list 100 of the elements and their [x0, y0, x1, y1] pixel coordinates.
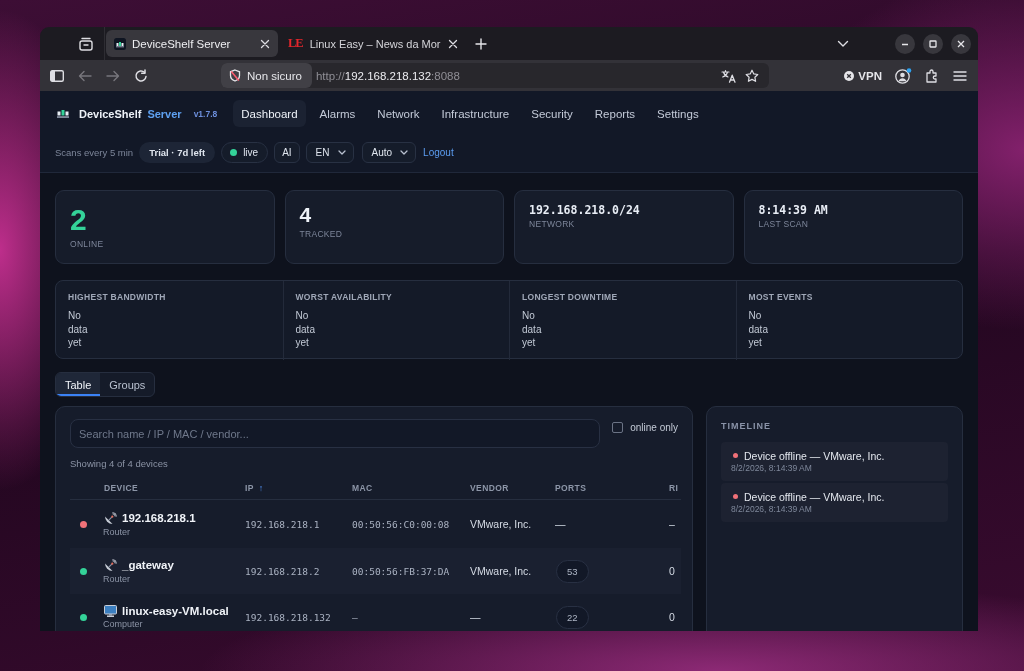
language-select[interactable]: EN — [305, 142, 354, 163]
insight-value: No data yet — [748, 309, 768, 350]
star-icon[interactable] — [745, 68, 759, 83]
chevron-down-icon[interactable] — [837, 39, 849, 48]
stat-value: 8:14:39 AM — [758, 202, 828, 218]
table-cell: 0 — [669, 565, 675, 577]
vpn-off-icon — [844, 70, 855, 81]
search-field[interactable]: Search name / IP / MAC / vendor... — [70, 419, 601, 448]
satellite-dish-icon — [104, 511, 117, 525]
column-header[interactable]: PORTS — [555, 482, 587, 493]
nav-link[interactable]: Network — [369, 100, 428, 127]
account-icon[interactable] — [895, 67, 912, 84]
mac-cell: 00:50:56:C0:00:08 — [352, 518, 450, 530]
vendor-cell: — — [470, 611, 481, 623]
sort-arrow[interactable]: ↑ — [258, 482, 264, 493]
event-time: 8/2/2026, 8:14:39 AM — [731, 503, 812, 516]
menu-icon[interactable] — [953, 69, 967, 82]
ports-cell: — — [555, 518, 566, 530]
maximize-icon[interactable] — [923, 33, 943, 54]
column-header[interactable]: VENDOR — [470, 482, 509, 493]
logout-link[interactable]: Logout — [423, 147, 454, 158]
live-toggle[interactable]: live — [221, 142, 269, 163]
caret-down-icon — [400, 150, 409, 155]
scan-interval-text: Scans every 5 min — [55, 147, 134, 158]
ai-button[interactable]: AI — [274, 142, 300, 163]
status-dot-icon — [733, 494, 738, 499]
sidebar-icon[interactable] — [50, 69, 64, 82]
view-tab[interactable]: Table — [56, 373, 101, 396]
column-header[interactable]: MAC — [352, 482, 373, 493]
monitor-icon — [104, 605, 117, 617]
app-favicon-icon — [114, 37, 126, 50]
ip-cell: 192.168.218.2 — [245, 565, 320, 577]
close-icon[interactable] — [951, 33, 971, 54]
device-name: _gateway — [122, 559, 174, 571]
device-name: linux-easy-VM.local — [122, 605, 229, 617]
new-tab-plus-icon[interactable] — [474, 37, 487, 50]
device-name: 192.168.218.1 — [122, 512, 196, 524]
stat-label: TRACKED — [299, 228, 343, 240]
shield-icon — [229, 69, 241, 82]
mac-cell: – — [352, 611, 358, 623]
vendor-cell: VMware, Inc. — [470, 565, 532, 577]
satellite-dish-icon — [104, 558, 117, 572]
theme-select[interactable]: Auto — [361, 142, 417, 163]
online-only-checkbox[interactable] — [612, 421, 624, 433]
stat-label: LAST SCAN — [758, 218, 809, 230]
nav-link[interactable]: Settings — [649, 100, 707, 127]
close-icon[interactable] — [260, 38, 270, 49]
device-count-text: Showing 4 of 4 devices — [70, 458, 168, 470]
vendor-cell: VMware, Inc. — [470, 518, 532, 530]
browser-tab[interactable]: DeviceShelf Server — [106, 30, 278, 57]
close-icon[interactable] — [447, 38, 458, 49]
table-cell: 0 — [669, 611, 675, 623]
device-row[interactable]: linux-easy-VM.local Computer 192.168.218.132 – — 22 0 — [70, 594, 681, 631]
insight-title: WORST AVAILABILITY — [295, 291, 392, 303]
insight-value: No data yet — [295, 309, 315, 350]
timeline-title: TIMELINE — [721, 420, 771, 433]
tab-list-icon[interactable] — [78, 35, 94, 52]
app-name: DeviceShelf — [79, 107, 142, 120]
nav-link[interactable]: Reports — [586, 100, 644, 127]
nav-link[interactable]: Alarms — [311, 100, 364, 127]
nav-link[interactable]: Dashboard — [233, 100, 306, 127]
column-header[interactable]: IP — [245, 482, 254, 493]
mac-cell: 00:50:56:FB:37:DA — [352, 565, 450, 577]
table-cell: – — [669, 518, 675, 530]
reload-icon[interactable] — [134, 68, 148, 83]
puzzle-icon[interactable] — [925, 68, 939, 83]
insight-value: No data yet — [68, 309, 88, 350]
port-count: 53 — [556, 559, 589, 583]
insight-title: LONGEST DOWNTIME — [522, 291, 618, 303]
status-dot-icon — [733, 453, 738, 458]
ip-cell: 192.168.218.132 — [245, 611, 331, 623]
stat-value: 192.168.218.0/24 — [529, 202, 640, 218]
device-type: Router — [103, 573, 130, 584]
stat-label: NETWORK — [529, 218, 575, 230]
port-count: 22 — [556, 605, 589, 629]
translate-icon[interactable] — [721, 68, 737, 83]
device-row[interactable]: _gateway Router 192.168.218.2 00:50:56:FB:37:DA VMware, Inc. 53 0 — [70, 548, 681, 594]
stat-value: 2 — [70, 202, 87, 238]
caret-down-icon — [337, 150, 346, 155]
address-bar[interactable]: Non sicuro http://192.168.218.132:8088 — [221, 63, 769, 88]
view-tab[interactable]: Groups — [100, 373, 155, 396]
device-row[interactable]: 192.168.218.1 Router 192.168.218.1 00:50:56:C0:00:08 VMware, Inc. — – — [70, 500, 681, 548]
column-header[interactable]: DEVICE — [104, 482, 139, 493]
column-header[interactable]: RI — [669, 482, 679, 493]
stat-label: ONLINE — [70, 238, 104, 250]
checkbox-label[interactable]: online only — [630, 421, 678, 433]
logo-icon — [57, 109, 69, 118]
device-type: Router — [103, 526, 130, 537]
nav-link[interactable]: Infrastructure — [433, 100, 518, 127]
nav-link[interactable]: Security — [523, 100, 581, 127]
event-time: 8/2/2026, 8:14:39 AM — [731, 462, 812, 475]
browser-tab[interactable]: LE Linux Easy – News da Mor — [280, 30, 466, 57]
minimize-icon[interactable] — [895, 33, 915, 54]
vpn-button[interactable]: VPN — [844, 69, 882, 82]
insight-title: HIGHEST BANDWIDTH — [68, 291, 166, 303]
security-indicator[interactable]: Non sicuro — [221, 63, 312, 88]
trial-status: Trial · 7d left — [139, 142, 216, 163]
device-type: Computer — [103, 619, 143, 629]
app-version: v1.7.8 — [193, 108, 218, 119]
event-text: Device offline — VMware, Inc. — [744, 490, 885, 503]
